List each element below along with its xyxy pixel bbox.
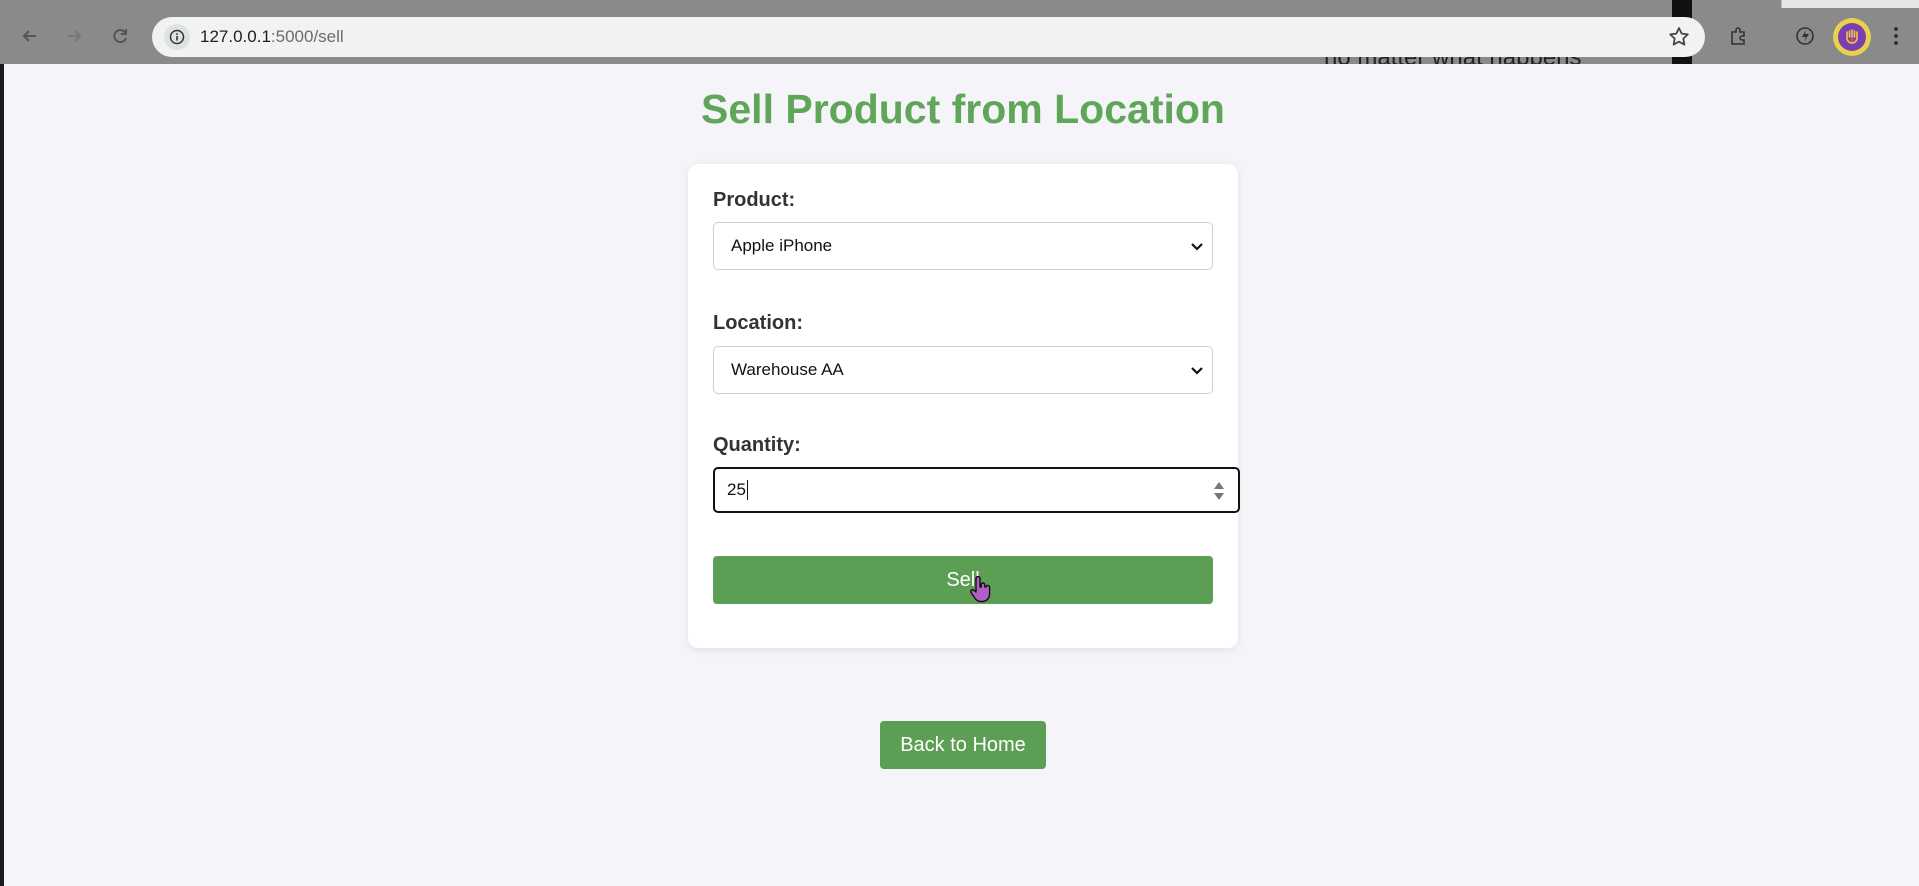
quantity-stepper-icon[interactable] [1212,479,1226,503]
window-border [0,64,4,886]
back-to-home-button[interactable]: Back to Home [880,721,1046,769]
location-select[interactable]: Warehouse AA [713,346,1213,394]
quantity-value: 25 [727,480,746,499]
address-bar[interactable]: 127.0.0.1:5000/sell [152,17,1705,57]
sell-form-card: Product: Apple iPhone Location: Warehous… [688,164,1240,648]
url-host: 127.0.0.1 [200,27,271,46]
quantity-label: Quantity: [713,434,801,456]
extensions-icon[interactable] [1723,20,1755,52]
avatar-hamsa-icon [1838,23,1866,51]
chevron-down-icon [1191,367,1203,375]
quantity-input[interactable]: 25 [713,467,1240,513]
window-controls[interactable] [1781,0,1919,8]
url-text[interactable]: 127.0.0.1:5000/sell [200,27,344,47]
url-path: :5000/sell [270,27,344,46]
hand-cursor-icon [970,576,991,603]
page-title: Sell Product from Location [701,86,1225,132]
profile-avatar[interactable] [1833,18,1871,56]
product-select[interactable]: Apple iPhone [713,222,1213,270]
location-label: Location: [713,312,803,334]
back-icon[interactable] [14,20,46,52]
browser-toolbar: no matter what happens 127.0.0.1:5000/se… [0,0,1919,64]
chevron-down-icon [1191,243,1203,251]
location-select-value: Warehouse AA [731,360,844,379]
product-label: Product: [713,189,796,211]
sell-button[interactable]: Sell [713,556,1213,604]
forward-icon[interactable] [58,20,90,52]
menu-kebab-icon[interactable] [1880,20,1912,52]
bookmark-star-icon[interactable] [1667,25,1691,49]
performance-icon[interactable] [1789,20,1821,52]
site-info-icon[interactable] [164,24,190,50]
text-caret [746,480,748,500]
reload-icon[interactable] [104,20,136,52]
product-select-value: Apple iPhone [731,236,833,255]
